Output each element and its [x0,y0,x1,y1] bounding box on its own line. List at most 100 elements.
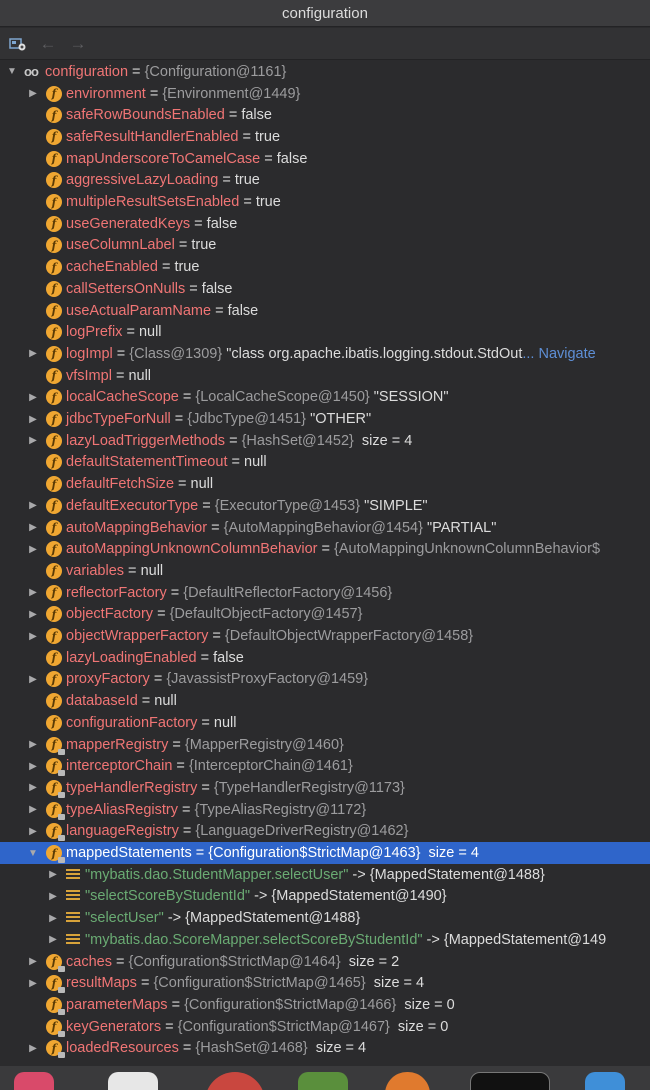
tree-row[interactable]: ▶ f autoMappingUnknownColumnBehavior = {Au… [0,538,650,560]
tree-row[interactable]: ▶ "selectScoreByStudentId" -> {MappedStat… [0,886,650,908]
tree-row[interactable]: ▶ f defaultExecutorType = {ExecutorType@14… [0,495,650,517]
final-field-icon: f [46,823,65,842]
tree-row[interactable]: ▶ f loadedResources = {HashSet@1468} size … [0,1038,650,1060]
equals-operator: = [260,150,277,167]
variable-name: logImpl [66,345,113,362]
tree-row[interactable]: f parameterMaps = {Configuration$StrictMa… [0,994,650,1016]
expand-arrow-icon[interactable]: ▶ [26,414,40,425]
tree-row[interactable]: ▶ f caches = {Configuration$StrictMap@1464… [0,951,650,973]
expand-arrow-icon[interactable]: ▶ [46,934,60,945]
expand-arrow-icon[interactable]: ▶ [26,978,40,989]
tree-row[interactable]: f databaseId = null [0,690,650,712]
tree-row[interactable]: f keyGenerators = {Configuration$StrictMa… [0,1016,650,1038]
map-key-string: "selectScoreByStudentId" [85,888,251,905]
expand-arrow-icon[interactable]: ▶ [26,782,40,793]
collapse-arrow-icon[interactable]: ▼ [26,848,40,859]
tree-row[interactable]: ▶ "selectUser" -> {MappedStatement@1488} [0,907,650,929]
expand-arrow-icon[interactable]: ▶ [26,544,40,555]
app-icon[interactable] [14,1072,54,1090]
navigate-link[interactable]: ... Navigate [522,346,595,362]
app-icon[interactable] [298,1072,348,1090]
expand-arrow-icon[interactable]: ▶ [26,522,40,533]
variable-value: size = 0 [393,1018,449,1035]
expand-arrow-icon[interactable]: ▶ [26,956,40,967]
tree-row[interactable]: f lazyLoadingEnabled = false [0,647,650,669]
equals-operator: = [128,63,145,80]
tree-row[interactable]: ▶ f lazyLoadTriggerMethods = {HashSet@1452… [0,430,650,452]
restore-layout-button[interactable] [8,34,28,54]
tree-row[interactable]: ▶ f proxyFactory = {JavassistProxyFactory@… [0,669,650,691]
tree-row[interactable]: ▶ f objectWrapperFactory = {DefaultObjectW… [0,625,650,647]
equals-operator: = [218,172,235,189]
variable-name: configurationFactory [66,714,198,731]
expand-arrow-icon[interactable]: ▶ [26,631,40,642]
expand-arrow-icon[interactable]: ▶ [46,913,60,924]
tree-row[interactable]: ▶ f objectFactory = {DefaultObjectFactory@… [0,604,650,626]
tree-row[interactable]: ▶ f typeAliasRegistry = {TypeAliasRegistry… [0,799,650,821]
tree-row[interactable]: ▶ f localCacheScope = {LocalCacheScope@145… [0,387,650,409]
app-icon[interactable] [205,1072,265,1090]
expand-arrow-icon[interactable]: ▶ [26,587,40,598]
expand-arrow-icon[interactable]: ▶ [46,891,60,902]
equals-operator: = [137,693,155,710]
tree-row[interactable]: ▼ f mappedStatements = {Configuration$Stri… [0,842,650,864]
expand-arrow-icon[interactable]: ▶ [26,674,40,685]
expand-arrow-icon[interactable]: ▶ [26,761,40,772]
tree-row[interactable]: f vfsImpl = null [0,365,650,387]
tree-row[interactable]: f safeResultHandlerEnabled = true [0,126,650,148]
tree-row[interactable]: ▶ f logImpl = {Class@1309} "class org.apac… [0,343,650,365]
expand-arrow-icon[interactable]: ▶ [26,1043,40,1054]
tree-row[interactable]: f configurationFactory = null [0,712,650,734]
tree-row[interactable]: f defaultStatementTimeout = null [0,452,650,474]
variable-name: logPrefix [66,324,123,341]
tree-row[interactable]: f callSettersOnNulls = false [0,278,650,300]
tree-row[interactable]: f mapUnderscoreToCamelCase = false [0,148,650,170]
expand-arrow-icon[interactable]: ▶ [26,500,40,511]
tree-root-configuration[interactable]: ▼ oo configuration = {Configuration@1161… [0,61,650,83]
back-button[interactable]: ← [38,34,58,54]
tree-row[interactable]: f variables = null [0,560,650,582]
tree-row[interactable]: f multipleResultSetsEnabled = true [0,191,650,213]
tree-row[interactable]: ▶ "mybatis.dao.ScoreMapper.selectScoreByS… [0,929,650,951]
tree-row[interactable]: ▶ f autoMappingBehavior = {AutoMappingBeha… [0,517,650,539]
tree-row[interactable]: ▶ f languageRegistry = {LanguageDriverRegi… [0,821,650,843]
expand-arrow-icon[interactable]: ▼ [5,66,19,77]
variable-value: -> {MappedStatement@1488} [348,866,545,883]
tree-row[interactable]: ▶ f reflectorFactory = {DefaultReflectorFa… [0,582,650,604]
tree-row[interactable]: ▶ f interceptorChain = {InterceptorChain@1… [0,755,650,777]
tree-row[interactable]: ▶ f jdbcTypeForNull = {JdbcType@1451} "OTH… [0,408,650,430]
app-icon[interactable] [385,1072,430,1090]
forward-button[interactable]: → [68,34,88,54]
expand-arrow-icon[interactable]: ▶ [26,826,40,837]
app-icon[interactable] [470,1072,550,1090]
tree-row[interactable]: f useColumnLabel = true [0,235,650,257]
tree-row[interactable]: ▶ f environment = {Environment@1449} [0,83,650,105]
expand-arrow-icon[interactable]: ▶ [46,869,60,880]
expand-arrow-icon[interactable]: ▶ [26,348,40,359]
expand-arrow-icon[interactable]: ▶ [26,739,40,750]
tree-row[interactable]: f aggressiveLazyLoading = true [0,170,650,192]
tree-row[interactable]: f cacheEnabled = true [0,256,650,278]
tree-row[interactable]: f useActualParamName = false [0,300,650,322]
equals-operator: = [211,302,228,319]
expand-arrow-icon[interactable]: ▶ [26,88,40,99]
object-reference: {ExecutorType@1453} [214,497,365,514]
object-reference: {AutoMappingUnknownColumnBehavior$ [334,541,601,558]
variable-name: objectWrapperFactory [66,628,209,645]
tree-row[interactable]: ▶ "mybatis.dao.StudentMapper.selectUser" … [0,864,650,886]
variables-tree[interactable]: ▼ oo configuration = {Configuration@1161… [0,61,650,1066]
tree-row[interactable]: f useGeneratedKeys = false [0,213,650,235]
app-icon[interactable] [585,1072,625,1090]
expand-arrow-icon[interactable]: ▶ [26,392,40,403]
final-field-icon: f [46,1018,65,1037]
tree-row[interactable]: ▶ f typeHandlerRegistry = {TypeHandlerRegi… [0,777,650,799]
tree-row[interactable]: ▶ f mapperRegistry = {MapperRegistry@1460} [0,734,650,756]
tree-row[interactable]: ▶ f resultMaps = {Configuration$StrictMap@… [0,972,650,994]
app-icon[interactable] [108,1072,158,1090]
tree-row[interactable]: f safeRowBoundsEnabled = false [0,104,650,126]
tree-row[interactable]: f defaultFetchSize = null [0,473,650,495]
tree-row[interactable]: f logPrefix = null [0,321,650,343]
expand-arrow-icon[interactable]: ▶ [26,609,40,620]
expand-arrow-icon[interactable]: ▶ [26,804,40,815]
expand-arrow-icon[interactable]: ▶ [26,435,40,446]
